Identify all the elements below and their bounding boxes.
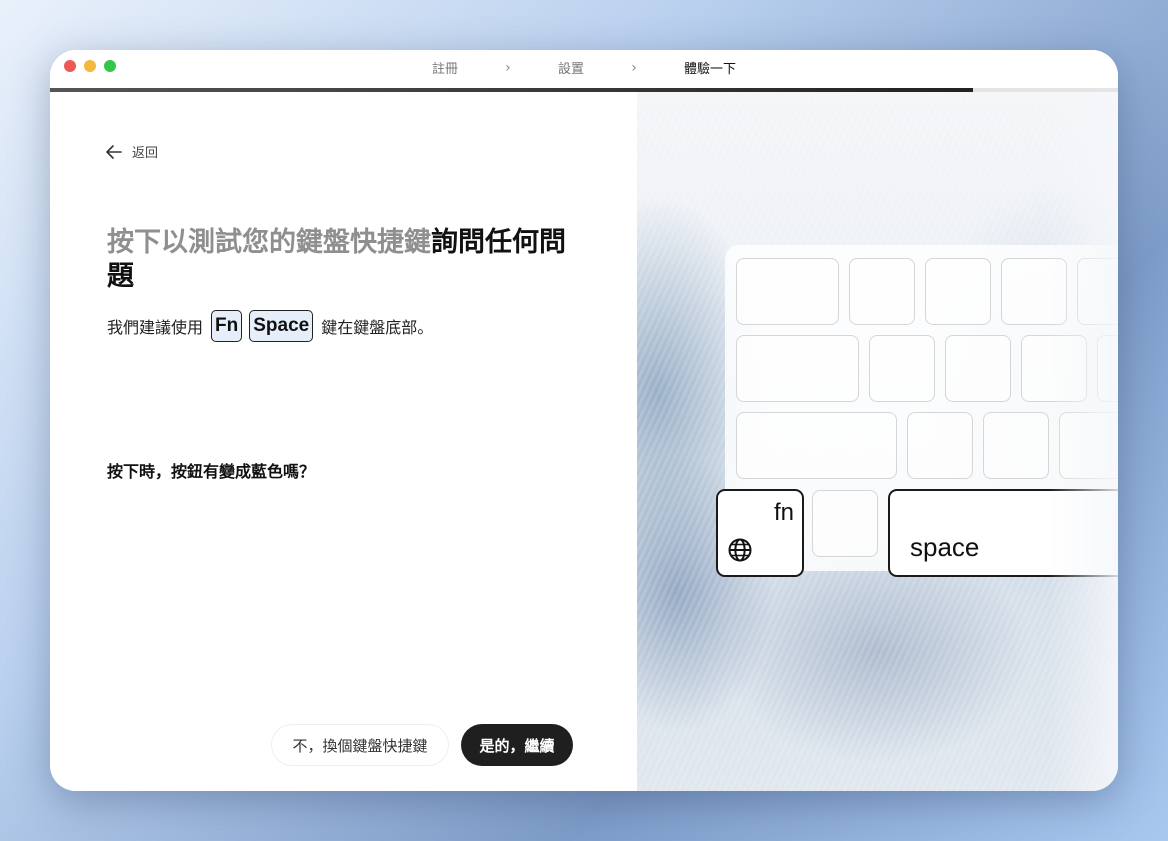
suggestion-suffix: 鍵在鍵盤底部。: [321, 318, 434, 337]
app-window: 註冊 › 設置 › 體驗一下 返回 按下以測試您的鍵盤快捷鍵詢問任何問題 我們建…: [50, 50, 1118, 791]
keyboard-key: [983, 412, 1049, 479]
step-setup: 設置: [557, 62, 584, 77]
keyboard-key: [945, 335, 1011, 402]
step-breadcrumb: 註冊 › 設置 › 體驗一下: [50, 58, 1118, 78]
keyboard-key: [907, 412, 973, 479]
arrow-left-icon: [106, 144, 122, 159]
keyboard-key: [812, 490, 878, 557]
fn-key-label: fn: [773, 499, 794, 526]
confirmation-question: 按下時，按鈕有變成藍色嗎？: [107, 462, 316, 481]
keyboard-key: [869, 335, 935, 402]
keyboard-key: [736, 258, 839, 325]
step-try-it: 體驗一下: [684, 62, 737, 77]
back-label: 返回: [132, 146, 159, 161]
page-title-muted: 按下以測試您的鍵盤快捷鍵: [107, 227, 431, 258]
keyboard-illustration: fn space: [637, 92, 1118, 791]
chevron-right-icon: ›: [631, 59, 637, 76]
title-bar: 註冊 › 設置 › 體驗一下: [50, 50, 1118, 88]
space-key-label: space: [910, 532, 980, 562]
fn-key-badge: Fn: [211, 310, 243, 342]
step-register: 註冊: [431, 62, 458, 77]
keyboard-key: [736, 335, 859, 402]
shortcut-suggestion: 我們建議使用 Fn Space 鍵在鍵盤底部。: [107, 310, 433, 342]
instructions-panel: 返回 按下以測試您的鍵盤快捷鍵詢問任何問題 我們建議使用 Fn Space 鍵在…: [50, 92, 637, 791]
chevron-right-icon: ›: [505, 59, 511, 76]
keyboard-key: [736, 412, 897, 479]
keyboard-key: [925, 258, 991, 325]
edge-fade: [1048, 92, 1118, 791]
change-shortcut-button[interactable]: 不，換個鍵盤快捷鍵: [271, 724, 449, 766]
back-button[interactable]: 返回: [106, 142, 158, 161]
space-key-badge: Space: [249, 310, 314, 342]
fn-key: fn: [716, 489, 804, 577]
suggestion-prefix: 我們建議使用: [107, 318, 204, 337]
globe-icon: [728, 538, 752, 562]
keyboard-key: [849, 258, 915, 325]
continue-button[interactable]: 是的，繼續: [461, 724, 573, 766]
page-title: 按下以測試您的鍵盤快捷鍵詢問任何問題: [107, 226, 577, 294]
